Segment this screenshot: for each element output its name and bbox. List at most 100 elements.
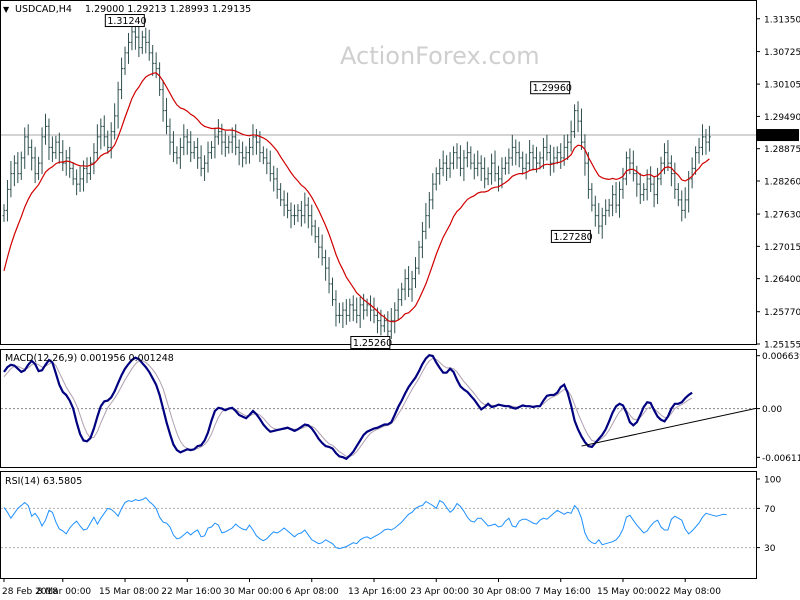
price-bar [607,198,611,217]
price-bar [441,150,445,177]
price-bar [33,146,37,184]
price-bar [476,150,480,177]
price-bar [158,62,162,96]
price-bar [40,127,44,175]
price-bar [465,141,469,168]
price-bar [203,155,207,181]
macd-signal-line [3,357,693,457]
price-bar [113,103,117,140]
price-bar [261,146,265,165]
price-bar [493,150,497,182]
price-bar [604,199,608,226]
price-bar [503,156,507,175]
price-bar [57,132,61,164]
price-bar [697,137,701,164]
price-bar [656,167,660,205]
price-bar [569,120,573,152]
time-tick-label: 8 Mar 00:00 [37,587,92,597]
time-tick-label: 22 May 08:00 [659,587,721,597]
watermark: ActionForex.com [340,42,540,70]
price-bar [199,145,203,177]
price-bar [227,135,231,154]
macd-tick-label: -0.006114 [762,454,800,464]
price-bar [445,155,449,181]
price-bar [23,127,27,169]
price-bar [514,139,518,166]
price-bar [552,146,556,173]
time-tick-label: 13 Apr 16:00 [348,587,407,597]
price-bar [137,26,141,58]
price-bar [272,165,276,192]
price-bar [400,282,404,306]
price-bar [182,124,186,156]
price-bar [147,29,151,61]
time-tick-label: 7 May 16:00 [535,587,591,597]
price-bar [286,192,290,219]
price-bar [313,219,317,243]
price-bar [573,104,577,138]
price-bar [403,269,407,301]
price-tick-label: 1.27630 [764,211,800,221]
price-bar [427,192,431,229]
price-bar [47,118,51,160]
price-bar [621,167,625,199]
price-bar [413,257,417,289]
price-bar [559,143,563,169]
price-bar [299,200,303,227]
price-bar [417,240,421,275]
price-bar [88,156,92,180]
price-bar [268,150,272,182]
price-bar [472,153,476,180]
price-bar [680,190,684,222]
price-bar [171,131,175,163]
price-bar [95,124,99,161]
price-bar [524,153,528,180]
price-bar [292,204,296,226]
price-bar [642,183,646,201]
price-bar [12,155,16,187]
price-bar [486,167,490,186]
price-bar [410,270,414,302]
price-annotation: 1.29960 [530,81,572,95]
price-bar [109,122,113,159]
price-annotation: 1.25260 [350,335,392,349]
price-axis: 1.31350 1.30725 1.30105 1.29490 1.28875 1.282… [756,15,800,351]
price-bar [331,277,335,306]
macd-signal-polyline [3,357,693,457]
price-bar [9,161,13,198]
price-bar [317,227,321,259]
macd-label: MACD(12,26,9) 0.001956 0.001248 [5,353,174,364]
price-bar [541,137,545,169]
price-bar [237,139,241,166]
price-bar [303,192,307,224]
price-annotation-label: 1.27280 [553,232,592,243]
moving-average-line [3,72,710,323]
price-bar [161,80,165,122]
chart-ohlc: 1.29000 1.29213 1.28993 1.29135 [85,4,251,15]
price-bar [448,152,452,178]
price-bar [337,302,341,324]
price-tick-label: 1.30725 [764,48,800,58]
price-bar [61,140,65,172]
price-bar [165,98,169,135]
price-bar [469,146,473,170]
chart-symbol: USDCAD,H4 [15,4,72,15]
time-tick-label: 6 Apr 08:00 [286,587,339,597]
price-bar [151,45,155,76]
price-bar [438,158,442,185]
price-bar [175,146,179,165]
price-bar [178,137,182,169]
price-bar [144,27,148,54]
price-bar [92,143,96,175]
price-bar [244,146,248,165]
price-bar [687,171,691,213]
price-bar [37,156,41,180]
price-bar [120,57,124,100]
price-tick-label: 1.30105 [764,81,800,91]
price-tick-label: 1.29490 [764,113,800,123]
macd-tick-label: 0.00 [762,405,782,415]
macd-main-polyline [3,353,693,461]
macd-tick-label: 0.006639 [762,352,800,362]
price-bar [54,135,58,159]
price-bar [669,155,673,187]
